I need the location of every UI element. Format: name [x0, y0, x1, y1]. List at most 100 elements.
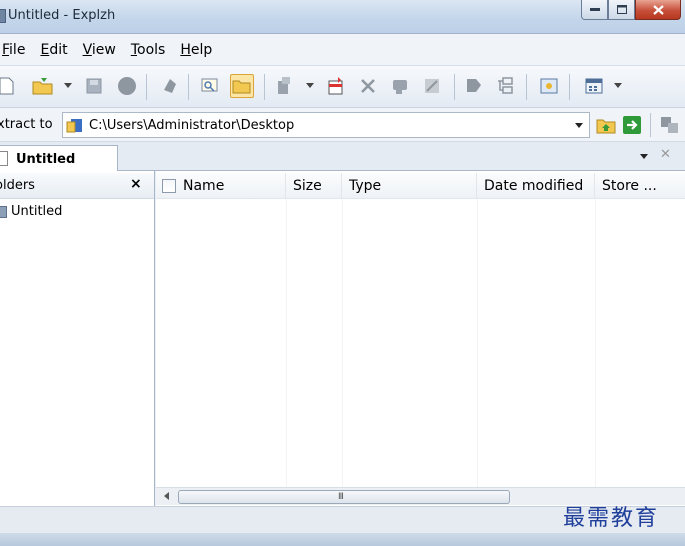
extract-path-value: C:\Users\Administrator\Desktop: [89, 118, 295, 133]
column-date-label: Date modified: [484, 178, 584, 194]
maximize-button[interactable]: [608, 0, 635, 20]
wand-icon: [425, 79, 439, 93]
menu-file[interactable]: File: [2, 42, 32, 58]
tree-icon: [498, 77, 513, 94]
column-header-date-modified[interactable]: Date modified: [477, 173, 595, 199]
toolbar-separator: [188, 74, 189, 100]
folder-icon: [232, 80, 251, 94]
window-title: Untitled - Explzh: [8, 8, 116, 23]
document-icon: [0, 151, 8, 166]
tag-button[interactable]: [462, 74, 486, 98]
tree-button[interactable]: [494, 74, 518, 98]
extract-path-combo[interactable]: C:\Users\Administrator\Desktop: [62, 112, 590, 138]
column-store-label: Store ...: [602, 178, 657, 194]
image-icon: [540, 78, 558, 94]
column-divider: [595, 199, 596, 487]
arrow-icon: [164, 79, 176, 93]
extract-bar: xtract to C:\Users\Administrator\Desktop: [0, 108, 685, 142]
extract-dropdown-icon[interactable]: [306, 83, 314, 88]
window-bottom-edge: [0, 533, 685, 546]
menu-help[interactable]: Help: [180, 42, 219, 58]
menu-view[interactable]: View: [83, 42, 123, 58]
extract-button[interactable]: [272, 74, 296, 98]
extract-icon: [278, 77, 290, 94]
watermark: 最需教育: [563, 506, 660, 531]
delete-button[interactable]: [356, 74, 380, 98]
go-extract-button[interactable]: [622, 115, 642, 135]
maximize-icon: [616, 5, 627, 14]
tab-label: Untitled: [16, 152, 76, 167]
folders-pane-header: olders ×: [0, 173, 154, 199]
tile-windows-icon: [661, 117, 678, 133]
tree-item-label: Untitled: [11, 204, 63, 219]
comment-icon: [393, 80, 407, 94]
close-button[interactable]: [635, 0, 681, 20]
close-tab-icon[interactable]: ✕: [660, 147, 671, 162]
browse-folder-button[interactable]: [596, 115, 616, 135]
tab-untitled[interactable]: Untitled: [0, 145, 118, 172]
folder-view-button[interactable]: [230, 74, 254, 98]
new-archive-button[interactable]: [0, 74, 18, 98]
menu-edit-label: dit: [49, 41, 68, 58]
save-button[interactable]: [82, 74, 106, 98]
menu-bar: File Edit View Tools Help: [0, 34, 685, 66]
open-folder-icon: [32, 78, 53, 95]
save-icon: [86, 78, 102, 94]
back-button[interactable]: [158, 74, 182, 98]
menu-view-accel: V: [82, 41, 92, 58]
menu-tools-label: ools: [137, 41, 166, 58]
menu-file-label: ile: [9, 41, 26, 58]
view-grid-icon: [585, 78, 603, 94]
tab-list-dropdown-icon[interactable]: [640, 154, 648, 159]
title-bar: Untitled - Explzh: [0, 0, 685, 34]
add-files-button[interactable]: [324, 74, 348, 98]
select-all-checkbox[interactable]: [162, 179, 176, 193]
toolbar-separator: [454, 74, 455, 100]
view-mode-button[interactable]: [582, 74, 606, 98]
delete-icon: [361, 79, 375, 93]
app-icon: [0, 9, 6, 23]
new-document-icon: [0, 77, 14, 95]
open-archive-button[interactable]: [31, 74, 55, 98]
menu-edit[interactable]: Edit: [40, 42, 74, 58]
green-arrow-icon: [623, 116, 641, 134]
toolbar-separator: [526, 74, 527, 100]
comment-button[interactable]: [388, 74, 412, 98]
image-view-button[interactable]: [537, 74, 561, 98]
column-header-size[interactable]: Size: [286, 173, 342, 199]
column-name-label: Name: [183, 178, 225, 194]
menu-edit-accel: E: [40, 41, 50, 58]
toolbar-separator: [146, 74, 147, 100]
wizard-button[interactable]: [420, 74, 444, 98]
file-list: Name Size Type Date modified Store ... I…: [156, 171, 685, 506]
open-dropdown-icon[interactable]: [64, 83, 72, 88]
minimize-button[interactable]: [581, 0, 608, 20]
window-tile-button[interactable]: [660, 115, 680, 135]
menu-tools[interactable]: Tools: [131, 42, 173, 58]
column-header-store[interactable]: Store ...: [595, 173, 685, 199]
menu-help-label: elp: [190, 41, 213, 58]
desktop-folder-icon: [66, 119, 82, 133]
minimize-icon: [589, 7, 600, 11]
folders-pane: olders × Untitled: [0, 171, 155, 506]
tag-icon: [467, 79, 481, 92]
extract-separator: [650, 113, 651, 137]
tab-strip: Untitled ✕: [0, 142, 685, 172]
add-files-icon: [328, 77, 343, 95]
column-header-type[interactable]: Type: [342, 173, 477, 199]
column-header-name[interactable]: Name: [156, 173, 286, 199]
chevron-down-icon[interactable]: [575, 123, 583, 128]
close-folders-pane-button[interactable]: ×: [130, 176, 142, 192]
close-icon: [652, 4, 664, 15]
scrollbar-thumb[interactable]: III: [178, 490, 510, 504]
column-divider: [477, 199, 478, 487]
menu-file-accel: F: [2, 41, 10, 58]
search-button[interactable]: [198, 74, 222, 98]
tree-item-untitled[interactable]: Untitled: [0, 204, 62, 219]
scroll-left-icon[interactable]: [164, 492, 169, 500]
toolbar-separator: [569, 74, 570, 100]
record-button[interactable]: [115, 74, 139, 98]
view-mode-dropdown-icon[interactable]: [614, 83, 622, 88]
menu-help-accel: H: [180, 41, 191, 58]
file-list-header: Name Size Type Date modified Store ...: [156, 173, 685, 199]
